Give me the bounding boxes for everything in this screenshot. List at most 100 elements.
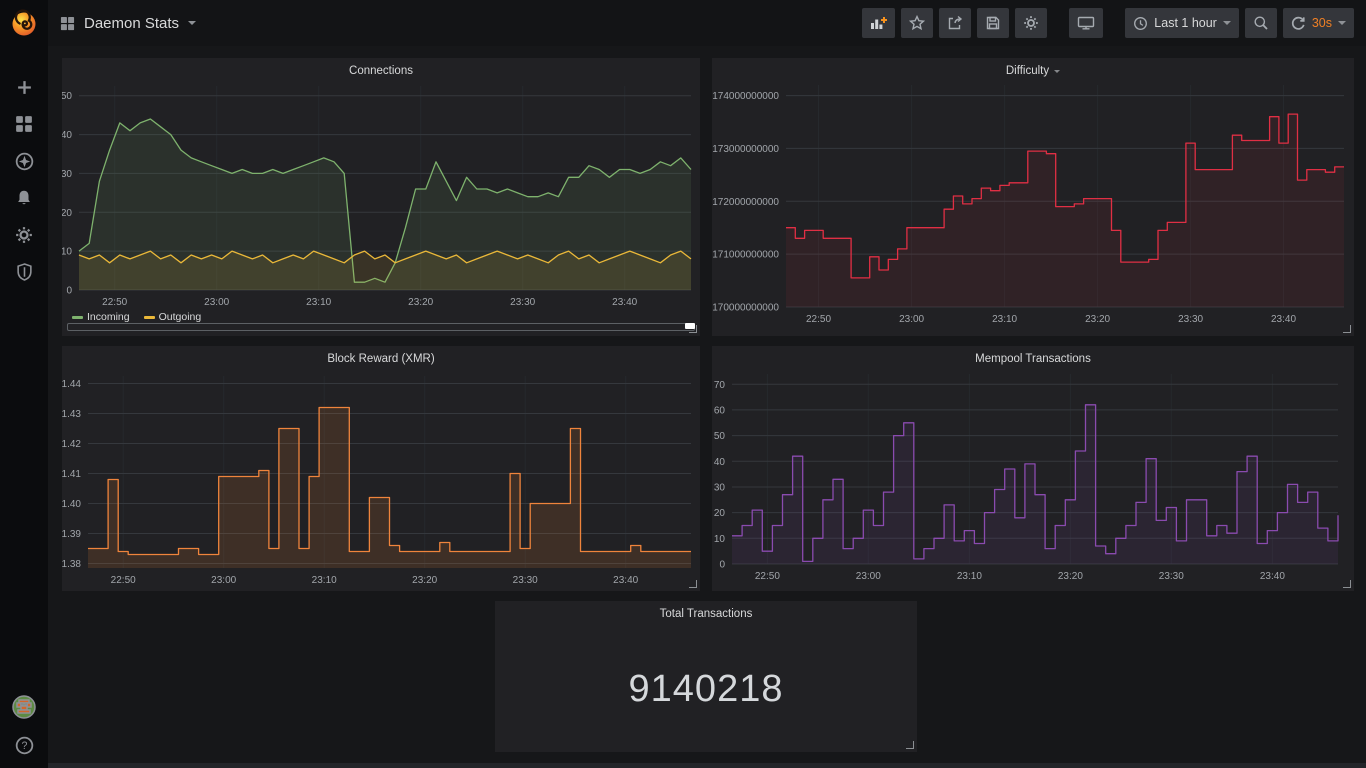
svg-text:174000000000: 174000000000 (712, 91, 779, 102)
svg-text:23:30: 23:30 (1159, 571, 1184, 582)
svg-text:22:50: 22:50 (755, 571, 780, 582)
panel-connections: Connections 0102030405022:5023:0023:1023… (62, 58, 700, 336)
svg-text:23:00: 23:00 (856, 571, 881, 582)
panel-resize-handle[interactable] (689, 580, 697, 588)
dashboard-title: Daemon Stats (84, 15, 179, 32)
svg-text:23:20: 23:20 (1058, 571, 1083, 582)
sidebar-bottom: ? (0, 696, 48, 756)
block-reward-chart[interactable]: 1.38 1.39 1.40 1.41 1.42 1.43 1.44 22:50 23:00 23… (62, 372, 700, 591)
chevron-down-icon (1054, 70, 1060, 73)
svg-text:23:40: 23:40 (1271, 314, 1296, 325)
save-button[interactable] (977, 8, 1009, 38)
share-button[interactable] (939, 8, 971, 38)
svg-text:170000000000: 170000000000 (712, 303, 779, 314)
svg-text:23:10: 23:10 (992, 314, 1017, 325)
chevron-down-icon (1223, 21, 1231, 25)
svg-text:23:00: 23:00 (204, 297, 229, 308)
plus-icon (16, 79, 33, 96)
gear-icon (15, 226, 33, 244)
svg-text:1.43: 1.43 (62, 409, 81, 420)
svg-text:1.44: 1.44 (62, 379, 81, 390)
panel-resize-handle[interactable] (1343, 580, 1351, 588)
dashboard-picker[interactable]: Daemon Stats (60, 15, 196, 32)
svg-text:23:20: 23:20 (1085, 314, 1110, 325)
svg-text:40: 40 (62, 130, 72, 141)
svg-text:23:30: 23:30 (513, 575, 538, 586)
svg-text:23:20: 23:20 (412, 575, 437, 586)
svg-text:22:50: 22:50 (111, 575, 136, 586)
mempool-chart[interactable]: 01020304050607022:5023:0023:1023:2023:30… (712, 372, 1354, 591)
svg-text:172000000000: 172000000000 (712, 197, 779, 208)
navbar-actions: Last 1 hour 30s (862, 8, 1354, 38)
panel-total-transactions: Total Transactions 9140218 (495, 601, 917, 752)
legend-item-outgoing[interactable]: Outgoing (144, 311, 202, 323)
svg-text:23:40: 23:40 (1260, 571, 1285, 582)
sidebar-item-create[interactable] (4, 76, 44, 98)
avatar-image (11, 694, 37, 720)
svg-text:22:50: 22:50 (806, 314, 831, 325)
panel-title[interactable]: Connections (62, 58, 700, 84)
svg-text:171000000000: 171000000000 (712, 250, 779, 261)
star-button[interactable] (901, 8, 933, 38)
series-color-swatch (144, 316, 155, 319)
svg-text:30: 30 (714, 483, 726, 494)
help-button[interactable]: ? (4, 734, 44, 756)
svg-text:23:10: 23:10 (312, 575, 337, 586)
star-icon (909, 15, 925, 31)
sidebar-item-dashboards[interactable] (4, 113, 44, 135)
panel-title[interactable]: Total Transactions (495, 601, 917, 627)
tv-icon (1077, 15, 1095, 31)
panel-difficulty: Difficulty 170000000000 171000000000 17200… (712, 58, 1354, 336)
chevron-down-icon (1338, 21, 1346, 25)
svg-text:23:00: 23:00 (211, 575, 236, 586)
time-picker-button[interactable]: Last 1 hour (1125, 8, 1239, 38)
svg-text:1.40: 1.40 (62, 499, 81, 510)
connections-chart[interactable]: 0102030405022:5023:0023:1023:2023:3023:4… (62, 84, 700, 308)
svg-text:1.38: 1.38 (62, 559, 81, 570)
legend-item-incoming[interactable]: Incoming (72, 311, 130, 323)
svg-text:23:40: 23:40 (612, 297, 637, 308)
refresh-button[interactable]: 30s (1283, 8, 1354, 38)
panel-title[interactable]: Block Reward (XMR) (62, 346, 700, 372)
page-scrollbar-track[interactable] (48, 763, 1366, 768)
difficulty-chart[interactable]: 1700000000001710000000001720000000001730… (712, 84, 1354, 336)
svg-text:23:40: 23:40 (613, 575, 638, 586)
zoom-out-button[interactable] (1245, 8, 1277, 38)
panel-resize-handle[interactable] (906, 741, 914, 749)
svg-text:23:10: 23:10 (957, 571, 982, 582)
dashboard-grid-icon (60, 16, 75, 31)
panel-resize-handle[interactable] (689, 325, 697, 333)
panel-title[interactable]: Difficulty (712, 58, 1354, 84)
legend-scrollbar[interactable] (67, 323, 695, 331)
add-panel-button[interactable] (862, 8, 895, 38)
dashboards-icon (15, 115, 33, 133)
panel-resize-handle[interactable] (1343, 325, 1351, 333)
sidebar-item-server-admin[interactable] (4, 261, 44, 283)
svg-text:23:20: 23:20 (408, 297, 433, 308)
svg-text:0: 0 (719, 560, 725, 571)
grafana-logo[interactable] (0, 0, 48, 48)
svg-text:10: 10 (62, 247, 72, 258)
cycle-view-button[interactable] (1069, 8, 1103, 38)
clock-icon (1133, 16, 1148, 31)
navbar: Daemon Stats (48, 0, 1366, 46)
svg-text:1.39: 1.39 (62, 529, 81, 540)
explore-compass-icon (15, 152, 34, 171)
panel-title[interactable]: Mempool Transactions (712, 346, 1354, 372)
dashboard-settings-button[interactable] (1015, 8, 1047, 38)
svg-text:30: 30 (62, 169, 72, 180)
sidebar-item-alerting[interactable] (4, 187, 44, 209)
user-avatar[interactable] (4, 696, 44, 718)
sidebar-item-configuration[interactable] (4, 224, 44, 246)
svg-text:10: 10 (714, 534, 726, 545)
svg-text:50: 50 (714, 431, 726, 442)
panel-mempool: Mempool Transactions 01020304050607022:5… (712, 346, 1354, 591)
svg-text:?: ? (21, 740, 27, 752)
svg-text:23:30: 23:30 (510, 297, 535, 308)
save-icon (985, 15, 1001, 31)
sidebar-item-explore[interactable] (4, 150, 44, 172)
svg-text:1.42: 1.42 (62, 439, 81, 450)
time-range-label: Last 1 hour (1154, 16, 1217, 30)
svg-text:1.41: 1.41 (62, 469, 81, 480)
sidebar: ? (0, 0, 48, 768)
